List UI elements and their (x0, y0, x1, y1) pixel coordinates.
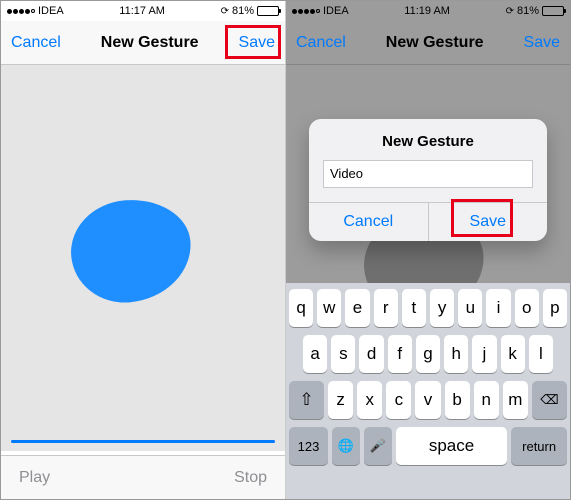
battery-percent: 81% (232, 5, 254, 17)
key-w[interactable]: w (317, 289, 341, 327)
key-e[interactable]: e (345, 289, 369, 327)
battery-icon (257, 6, 279, 16)
key-z[interactable]: z (328, 381, 353, 419)
key-a[interactable]: a (303, 335, 327, 373)
key-123[interactable]: 123 (289, 427, 328, 465)
key-k[interactable]: k (501, 335, 525, 373)
nav-title: New Gesture (101, 34, 199, 52)
key-shift[interactable]: ⇧ (289, 381, 324, 419)
bottom-toolbar: Play Stop (1, 455, 285, 499)
screenshot-left: IDEA 11:17 AM ⟳ 81% Cancel New Gesture S… (1, 1, 286, 499)
alert-cancel-button[interactable]: Cancel (309, 203, 428, 241)
kb-row-3: ⇧ z x c v b n m ⌫ (289, 381, 567, 419)
timeline-fill (11, 440, 275, 443)
orientation-lock-icon: ⟳ (506, 6, 514, 17)
key-d[interactable]: d (359, 335, 383, 373)
gesture-name-input[interactable]: Video (323, 160, 533, 188)
key-h[interactable]: h (444, 335, 468, 373)
key-m[interactable]: m (503, 381, 528, 419)
kb-row-1: q w e r t y u i o p (289, 289, 567, 327)
status-time: 11:19 AM (404, 5, 450, 17)
keyboard: q w e r t y u i o p a s d f g h j k l (286, 283, 570, 499)
play-button[interactable]: Play (19, 469, 50, 487)
key-s[interactable]: s (331, 335, 355, 373)
mic-icon: 🎤 (370, 438, 386, 454)
key-space[interactable]: space (396, 427, 507, 465)
alert-title: New Gesture (309, 119, 547, 160)
orientation-lock-icon: ⟳ (221, 6, 229, 17)
key-g[interactable]: g (416, 335, 440, 373)
key-r[interactable]: r (374, 289, 398, 327)
key-b[interactable]: b (445, 381, 470, 419)
key-return[interactable]: return (511, 427, 567, 465)
key-x[interactable]: x (357, 381, 382, 419)
timeline[interactable] (11, 435, 275, 447)
cancel-button[interactable]: Cancel (296, 34, 346, 52)
key-o[interactable]: o (515, 289, 539, 327)
nav-bar: Cancel New Gesture Save (1, 21, 285, 65)
status-time: 11:17 AM (119, 5, 165, 17)
alert-save-button[interactable]: Save (428, 203, 548, 241)
key-v[interactable]: v (415, 381, 440, 419)
backspace-icon: ⌫ (540, 392, 558, 408)
globe-icon: 🌐 (338, 438, 354, 454)
save-gesture-alert: New Gesture Video Cancel Save (309, 119, 547, 241)
status-bar: IDEA 11:19 AM ⟳ 81% (286, 1, 570, 21)
key-n[interactable]: n (474, 381, 499, 419)
shift-icon: ⇧ (299, 390, 313, 410)
status-bar: IDEA 11:17 AM ⟳ 81% (1, 1, 285, 21)
key-c[interactable]: c (386, 381, 411, 419)
key-backspace[interactable]: ⌫ (532, 381, 567, 419)
key-l[interactable]: l (529, 335, 553, 373)
screenshot-right: IDEA 11:19 AM ⟳ 81% Cancel New Gesture S… (286, 1, 570, 499)
save-button[interactable]: Save (239, 34, 275, 52)
battery-icon (542, 6, 564, 16)
carrier-label: IDEA (38, 5, 64, 17)
stop-button[interactable]: Stop (234, 469, 267, 487)
key-globe[interactable]: 🌐 (332, 427, 360, 465)
key-p[interactable]: p (543, 289, 567, 327)
gesture-canvas[interactable] (1, 65, 285, 451)
key-mic[interactable]: 🎤 (364, 427, 392, 465)
signal-dots-icon (7, 9, 35, 14)
kb-row-2: a s d f g h j k l (289, 335, 567, 373)
cancel-button[interactable]: Cancel (11, 34, 61, 52)
signal-dots-icon (292, 9, 320, 14)
key-f[interactable]: f (388, 335, 412, 373)
key-i[interactable]: i (486, 289, 510, 327)
gesture-drawing (67, 195, 195, 307)
key-j[interactable]: j (472, 335, 496, 373)
carrier-label: IDEA (323, 5, 349, 17)
key-t[interactable]: t (402, 289, 426, 327)
key-u[interactable]: u (458, 289, 482, 327)
nav-bar: Cancel New Gesture Save (286, 21, 570, 65)
key-q[interactable]: q (289, 289, 313, 327)
key-y[interactable]: y (430, 289, 454, 327)
nav-title: New Gesture (386, 34, 484, 52)
battery-percent: 81% (517, 5, 539, 17)
kb-row-4: 123 🌐 🎤 space return (289, 427, 567, 465)
save-button[interactable]: Save (524, 34, 560, 52)
